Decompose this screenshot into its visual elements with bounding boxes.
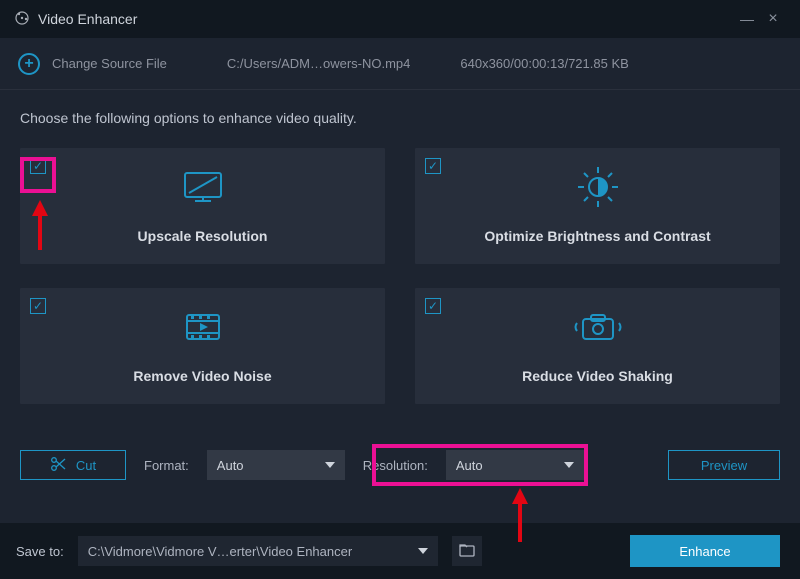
option-label: Reduce Video Shaking — [522, 368, 673, 384]
scissors-icon — [50, 456, 66, 475]
toolbar: Cut Format: Auto Resolution: Auto Previe… — [0, 450, 800, 480]
folder-icon — [459, 543, 475, 560]
app-title: Video Enhancer — [38, 11, 137, 27]
resolution-value: Auto — [456, 458, 483, 473]
checkbox-noise[interactable]: ✓ — [30, 298, 46, 314]
format-label: Format: — [144, 458, 189, 473]
option-reduce-shaking[interactable]: ✓ Reduce Video Shaking — [415, 288, 780, 404]
cut-button[interactable]: Cut — [20, 450, 126, 480]
chevron-down-icon — [325, 462, 335, 468]
checkbox-upscale[interactable]: ✓ — [30, 158, 46, 174]
source-bar: + Change Source File C:/Users/ADM…owers-… — [0, 38, 800, 90]
option-label: Upscale Resolution — [138, 228, 268, 244]
option-label: Remove Video Noise — [133, 368, 271, 384]
monitor-icon — [181, 169, 225, 214]
option-upscale-resolution[interactable]: ✓ Upscale Resolution — [20, 148, 385, 264]
source-file-meta: 640x360/00:00:13/721.85 KB — [460, 56, 628, 71]
option-label: Optimize Brightness and Contrast — [484, 228, 710, 244]
cut-label: Cut — [76, 458, 96, 473]
camera-shake-icon — [573, 309, 623, 354]
save-to-label: Save to: — [16, 544, 64, 559]
footer: Save to: C:\Vidmore\Vidmore V…erter\Vide… — [0, 523, 800, 579]
preview-button[interactable]: Preview — [668, 450, 780, 480]
enhance-button[interactable]: Enhance — [630, 535, 780, 567]
main-content: Choose the following options to enhance … — [0, 90, 800, 424]
open-folder-button[interactable] — [452, 536, 482, 566]
checkbox-shaking[interactable]: ✓ — [425, 298, 441, 314]
preview-label: Preview — [701, 458, 747, 473]
options-grid: ✓ Upscale Resolution ✓ Optimize Brightne… — [20, 148, 780, 404]
close-button[interactable]: × — [760, 10, 786, 28]
chevron-down-icon — [564, 462, 574, 468]
plus-icon: + — [18, 53, 40, 75]
option-brightness-contrast[interactable]: ✓ Optimize Brightness and Contrast — [415, 148, 780, 264]
format-select[interactable]: Auto — [207, 450, 345, 480]
brightness-icon — [576, 165, 620, 214]
format-value: Auto — [217, 458, 244, 473]
source-file-path: C:/Users/ADM…owers-NO.mp4 — [227, 56, 410, 71]
resolution-label: Resolution: — [363, 458, 428, 473]
change-source-button[interactable]: + Change Source File — [18, 53, 167, 75]
instruction-text: Choose the following options to enhance … — [20, 110, 780, 126]
save-path-value: C:\Vidmore\Vidmore V…erter\Video Enhance… — [88, 544, 352, 559]
minimize-button[interactable]: — — [734, 11, 760, 27]
film-icon — [181, 309, 225, 354]
change-source-label: Change Source File — [52, 56, 167, 71]
resolution-select[interactable]: Auto — [446, 450, 584, 480]
chevron-down-icon — [418, 548, 428, 554]
option-remove-noise[interactable]: ✓ Remove Video Noise — [20, 288, 385, 404]
enhance-label: Enhance — [679, 544, 730, 559]
title-bar: Video Enhancer — × — [0, 0, 800, 38]
annotation-arrow-resolution-stem — [518, 500, 522, 522]
checkbox-brightness[interactable]: ✓ — [425, 158, 441, 174]
app-icon — [14, 10, 30, 29]
save-path-select[interactable]: C:\Vidmore\Vidmore V…erter\Video Enhance… — [78, 536, 438, 566]
